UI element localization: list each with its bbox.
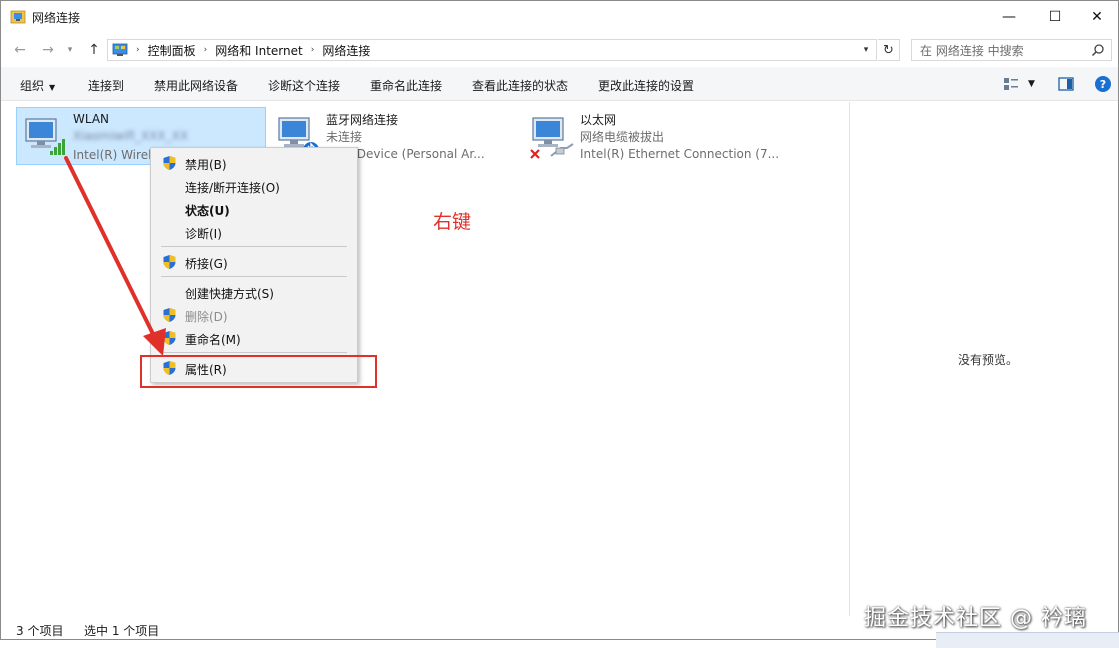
- uac-shield-icon: [163, 156, 176, 170]
- organize-label: 组织: [20, 79, 45, 93]
- connect-to-button[interactable]: 连接到: [88, 77, 124, 94]
- connection-device: Intel(R) Ethernet Connection (7...: [580, 147, 780, 161]
- item-count: 3 个项目: [16, 624, 64, 638]
- menu-item-label: 禁用(B): [185, 158, 227, 172]
- menu-item-delete: 删除(D): [151, 304, 357, 326]
- connection-name: 以太网: [580, 113, 617, 127]
- view-status-button[interactable]: 查看此连接的状态: [472, 77, 568, 94]
- network-folder-icon: [10, 10, 26, 24]
- menu-item-diagnose[interactable]: 诊断(I): [151, 221, 357, 243]
- menu-separator: [161, 276, 347, 277]
- view-options-chevron-icon[interactable]: ▼: [1028, 79, 1035, 89]
- connection-name: 蓝牙网络连接: [326, 113, 399, 127]
- wireless-computer-icon: [25, 118, 65, 155]
- menu-item-status[interactable]: 状态(U): [151, 198, 357, 220]
- minimize-button[interactable]: —: [986, 1, 1032, 33]
- uac-shield-icon: [163, 331, 176, 345]
- forward-arrow-icon[interactable]: →: [39, 41, 57, 59]
- breadcrumb-separator-icon: ›: [136, 45, 140, 55]
- menu-item-label: 诊断(I): [185, 227, 222, 241]
- close-button[interactable]: ✕: [1074, 1, 1119, 33]
- title-bar: 网络连接 — ☐ ✕: [1, 1, 1118, 33]
- menu-separator: [161, 352, 347, 353]
- up-arrow-icon[interactable]: ↑: [85, 41, 103, 59]
- no-preview-text: 没有预览。: [958, 353, 1019, 367]
- help-icon[interactable]: ?: [1095, 76, 1111, 92]
- address-row: ← → ▾ ↑ › 控制面板 › 网络和 Internet › 网络连接 ▾ ↻…: [1, 37, 1118, 63]
- connection-status: 网络电缆被拔出: [580, 130, 665, 144]
- change-settings-button[interactable]: 更改此连接的设置: [598, 77, 694, 94]
- menu-item-label: 重命名(M): [185, 333, 241, 347]
- breadcrumb-separator-icon: ›: [203, 45, 208, 55]
- menu-item-bridge[interactable]: 桥接(G): [151, 251, 357, 273]
- window-title: 网络连接: [32, 11, 81, 25]
- connection-status: Xiaomiwifi_XXX_XX: [73, 129, 189, 143]
- connection-item-ethernet[interactable]: 以太网 网络电缆被拔出 Intel(R) Ethernet Connection…: [524, 107, 779, 165]
- menu-item-label: 连接/断开连接(O): [185, 181, 280, 195]
- change-view-icon[interactable]: [1003, 76, 1019, 92]
- watermark: 掘金技术社区 @ 衿璃: [864, 606, 1087, 631]
- caret-down-icon: ▼: [49, 83, 56, 92]
- menu-item-label: 桥接(G): [185, 257, 228, 271]
- menu-item-label: 删除(D): [185, 310, 228, 324]
- preview-pane: 没有预览。: [849, 102, 1119, 616]
- disable-device-button[interactable]: 禁用此网络设备: [154, 77, 238, 94]
- connections-list: WLAN Xiaomiwifi_XXX_XX Intel(R) Wirele 蓝…: [1, 102, 849, 616]
- background-window-strip: [936, 632, 1119, 648]
- breadcrumb-network-internet[interactable]: 网络和 Internet: [215, 42, 302, 59]
- address-bar[interactable]: › 控制面板 › 网络和 Internet › 网络连接 ▾: [107, 39, 877, 61]
- chevron-down-icon[interactable]: ▾: [856, 40, 876, 60]
- search-placeholder: 在 网络连接 中搜索: [920, 43, 1024, 58]
- selected-count: 选中 1 个项目: [84, 624, 160, 638]
- uac-shield-icon: [163, 308, 176, 322]
- search-icon: [1091, 44, 1104, 57]
- menu-item-label: 状态(U): [185, 204, 230, 218]
- uac-shield-icon: [163, 255, 176, 269]
- breadcrumb-control-panel[interactable]: 控制面板: [148, 42, 196, 59]
- command-bar: 组织 ▼ 连接到 禁用此网络设备 诊断这个连接 重命名此连接 查看此连接的状态 更…: [1, 67, 1118, 101]
- connection-status: 未连接: [326, 130, 363, 144]
- menu-item-rename[interactable]: 重命名(M): [151, 327, 357, 349]
- ethernet-computer-icon: [530, 117, 574, 159]
- highlight-box: [140, 355, 377, 388]
- search-input[interactable]: 在 网络连接 中搜索: [911, 39, 1112, 61]
- connection-name: WLAN: [73, 112, 110, 126]
- context-menu: 禁用(B) 连接/断开连接(O) 状态(U) 诊断(I) 桥接(G) 创建快捷方…: [150, 147, 358, 383]
- maximize-button[interactable]: ☐: [1032, 1, 1078, 33]
- recent-locations-chevron-icon[interactable]: ▾: [64, 41, 76, 59]
- menu-item-disable[interactable]: 禁用(B): [151, 152, 357, 174]
- menu-item-label: 创建快捷方式(S): [185, 287, 274, 301]
- back-arrow-icon[interactable]: ←: [11, 41, 29, 59]
- menu-item-create-shortcut[interactable]: 创建快捷方式(S): [151, 281, 357, 303]
- rename-connection-button[interactable]: 重命名此连接: [370, 77, 442, 94]
- preview-pane-icon[interactable]: [1058, 76, 1074, 92]
- breadcrumb-separator-icon: ›: [310, 45, 315, 55]
- right-click-annotation: 右键: [433, 211, 472, 233]
- menu-separator: [161, 246, 347, 247]
- menu-item-connect-disconnect[interactable]: 连接/断开连接(O): [151, 175, 357, 197]
- diagnose-connection-button[interactable]: 诊断这个连接: [268, 77, 340, 94]
- connection-device: Intel(R) Wirele: [73, 148, 159, 162]
- control-panel-icon: [112, 43, 128, 56]
- refresh-icon[interactable]: ↻: [878, 39, 900, 61]
- organize-menu-button[interactable]: 组织 ▼: [20, 77, 55, 94]
- breadcrumb-network-connections[interactable]: 网络连接: [322, 42, 370, 59]
